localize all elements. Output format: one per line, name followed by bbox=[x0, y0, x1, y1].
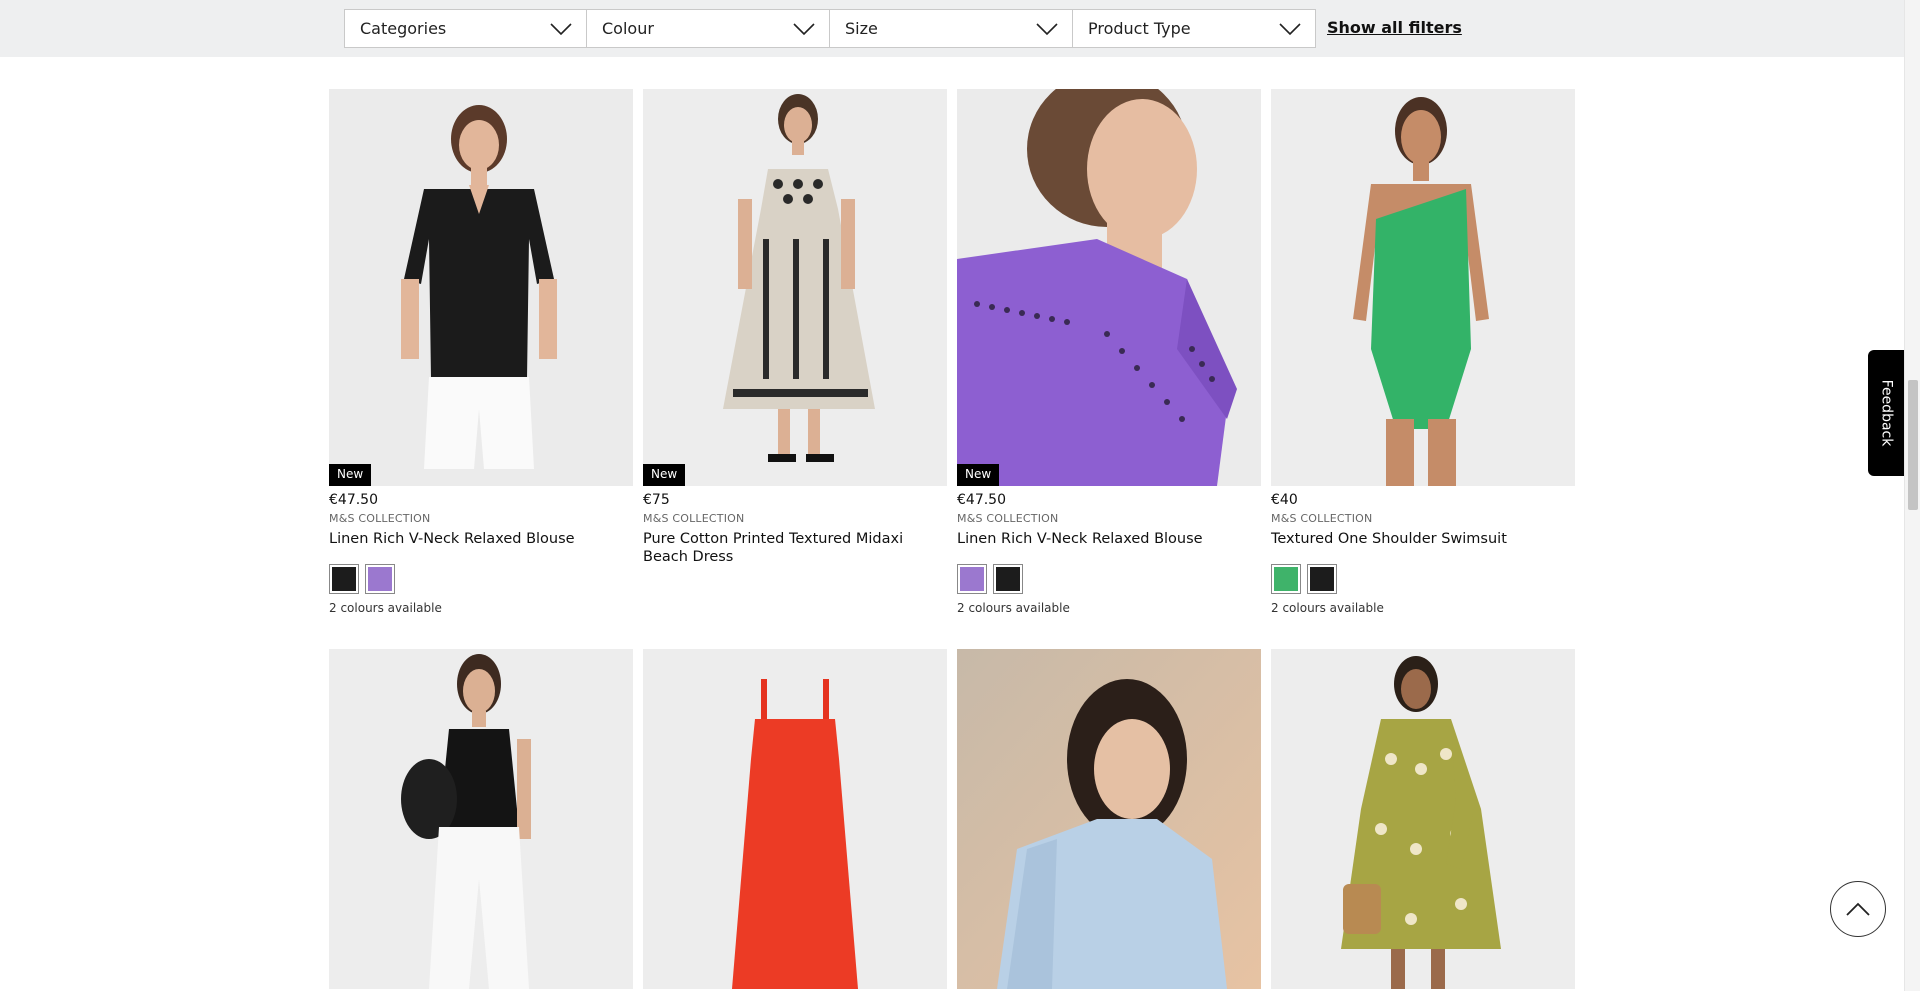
chevron-up-icon bbox=[1846, 902, 1870, 916]
product-card[interactable] bbox=[1271, 649, 1575, 989]
product-card[interactable] bbox=[329, 649, 633, 989]
colours-available: 2 colours available bbox=[1271, 601, 1384, 615]
red-slip-dress-image bbox=[643, 649, 947, 989]
product-image[interactable] bbox=[643, 649, 947, 989]
new-badge: New bbox=[643, 464, 686, 486]
black-top-white-trousers-model-image bbox=[329, 649, 633, 989]
chevron-down-icon bbox=[1036, 22, 1058, 35]
purple-blouse-detail-image bbox=[957, 89, 1261, 486]
filter-label: Product Type bbox=[1088, 19, 1191, 38]
filter-label: Categories bbox=[360, 19, 447, 38]
product-card[interactable]: New €47.50 M&S COLLECTION Linen Rich V-N… bbox=[957, 89, 1261, 615]
colour-swatch[interactable] bbox=[993, 564, 1023, 594]
black-blouse-model-image bbox=[329, 89, 633, 486]
chevron-down-icon bbox=[793, 22, 815, 35]
new-badge: New bbox=[957, 464, 1000, 486]
colours-available: 2 colours available bbox=[957, 601, 1070, 615]
product-image[interactable] bbox=[1271, 89, 1575, 486]
page-scrollbar[interactable] bbox=[1904, 0, 1920, 991]
product-title[interactable]: Linen Rich V-Neck Relaxed Blouse bbox=[957, 530, 1261, 548]
printed-midaxi-dress-model-image bbox=[643, 89, 947, 486]
filter-size[interactable]: Size bbox=[830, 9, 1073, 48]
colour-swatches bbox=[329, 564, 633, 594]
product-image[interactable] bbox=[1271, 649, 1575, 989]
product-price: €75 bbox=[643, 492, 670, 508]
filter-bar: Categories Colour Size Product Type Show… bbox=[0, 0, 1904, 57]
product-price: €47.50 bbox=[957, 492, 1006, 508]
product-image[interactable] bbox=[329, 649, 633, 989]
product-card[interactable] bbox=[643, 649, 947, 989]
colour-swatch[interactable] bbox=[1307, 564, 1337, 594]
product-brand: M&S COLLECTION bbox=[329, 512, 431, 525]
filter-product-type[interactable]: Product Type bbox=[1073, 9, 1316, 48]
scrollbar-thumb[interactable] bbox=[1908, 380, 1918, 510]
product-price: €47.50 bbox=[329, 492, 378, 508]
green-print-mini-dress-model-image bbox=[1271, 649, 1575, 989]
chevron-down-icon bbox=[550, 22, 572, 35]
product-image[interactable] bbox=[957, 649, 1261, 989]
product-card[interactable]: €40 M&S COLLECTION Textured One Shoulder… bbox=[1271, 89, 1575, 615]
product-card[interactable]: New €75 M&S COLLECTION Pure Cotton Print… bbox=[643, 89, 947, 566]
product-title[interactable]: Pure Cotton Printed Textured Midaxi Beac… bbox=[643, 530, 947, 566]
filter-group: Categories Colour Size Product Type bbox=[344, 9, 1316, 48]
product-title[interactable]: Linen Rich V-Neck Relaxed Blouse bbox=[329, 530, 633, 548]
product-image[interactable]: New bbox=[957, 89, 1261, 486]
green-swimsuit-model-image bbox=[1271, 89, 1575, 486]
product-price: €40 bbox=[1271, 492, 1298, 508]
product-brand: M&S COLLECTION bbox=[1271, 512, 1373, 525]
back-to-top-button[interactable] bbox=[1830, 881, 1886, 937]
chevron-down-icon bbox=[1279, 22, 1301, 35]
filter-colour[interactable]: Colour bbox=[587, 9, 830, 48]
filter-label: Colour bbox=[602, 19, 654, 38]
show-all-filters-link[interactable]: Show all filters bbox=[1327, 18, 1462, 37]
product-image[interactable]: New bbox=[643, 89, 947, 486]
product-image[interactable]: New bbox=[329, 89, 633, 486]
colours-available: 2 colours available bbox=[329, 601, 442, 615]
new-badge: New bbox=[329, 464, 372, 486]
product-card[interactable] bbox=[957, 649, 1261, 989]
colour-swatch[interactable] bbox=[957, 564, 987, 594]
feedback-label: Feedback bbox=[1878, 379, 1895, 447]
colour-swatch[interactable] bbox=[329, 564, 359, 594]
colour-swatches bbox=[957, 564, 1261, 594]
product-brand: M&S COLLECTION bbox=[643, 512, 745, 525]
colour-swatches bbox=[1271, 564, 1575, 594]
feedback-tab[interactable]: Feedback bbox=[1868, 350, 1904, 476]
blue-blouse-model-image bbox=[957, 649, 1261, 989]
filter-label: Size bbox=[845, 19, 878, 38]
filter-categories[interactable]: Categories bbox=[344, 9, 587, 48]
colour-swatch[interactable] bbox=[1271, 564, 1301, 594]
product-card[interactable]: New €47.50 M&S COLLECTION Linen Rich V-N… bbox=[329, 89, 633, 615]
product-brand: M&S COLLECTION bbox=[957, 512, 1059, 525]
product-title[interactable]: Textured One Shoulder Swimsuit bbox=[1271, 530, 1575, 548]
colour-swatch[interactable] bbox=[365, 564, 395, 594]
